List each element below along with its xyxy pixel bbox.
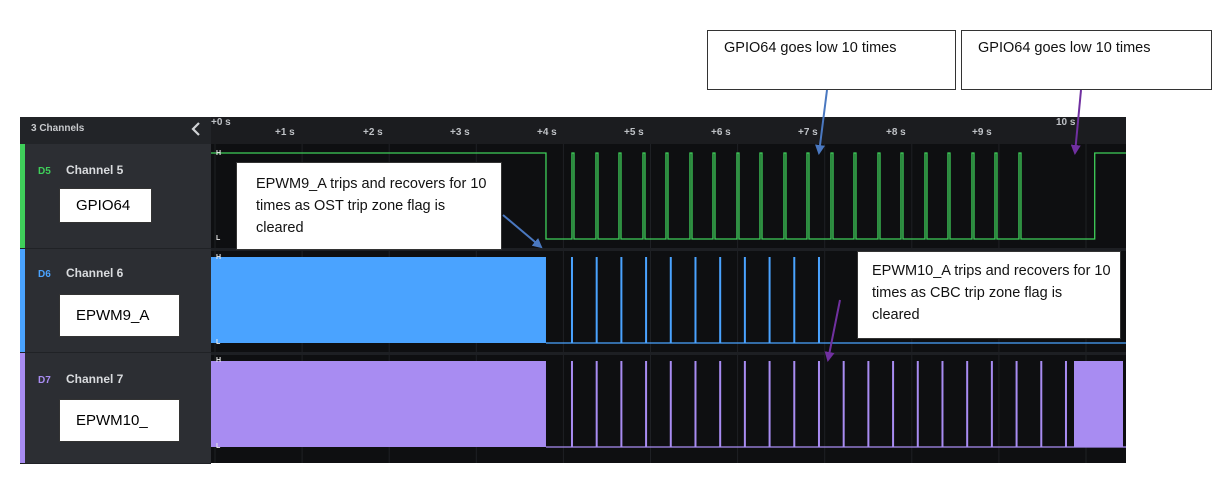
channel-label-box: GPIO64	[59, 188, 152, 223]
row-separator	[211, 352, 1126, 355]
level-high-label: H	[216, 254, 222, 261]
level-high-label: H	[216, 357, 222, 364]
channel-row-7[interactable]: D7 Channel 7 EPWM10_	[20, 353, 211, 464]
annotation-gpio64-low-1: GPIO64 goes low 10 times	[707, 30, 956, 90]
channel-row-5[interactable]: D5 Channel 5 GPIO64	[20, 144, 211, 249]
chevron-left-icon[interactable]	[189, 121, 203, 137]
level-low-label: L	[216, 443, 221, 450]
channel-row-6[interactable]: D6 Channel 6 EPWM9_A	[20, 249, 211, 353]
level-high-label: H	[216, 150, 222, 157]
channel-name: Channel 5	[66, 163, 124, 177]
annotation-epwm9a-trip: EPWM9_A trips and recovers for 10 times …	[236, 162, 502, 250]
annotation-epwm10a-trip: EPWM10_A trips and recovers for 10 times…	[857, 251, 1121, 339]
channel-color-stripe	[20, 249, 25, 352]
epwm9a-active-block	[211, 257, 546, 343]
channel-label-box: EPWM10_	[59, 399, 180, 442]
epwm10a-recovered-block	[1074, 361, 1123, 447]
level-low-label: L	[216, 235, 221, 242]
channel-name: Channel 6	[66, 266, 124, 280]
epwm10a-waveform	[211, 361, 1126, 448]
channel-id: D6	[38, 269, 51, 280]
epwm10a-active-block	[211, 361, 546, 447]
channel-name: Channel 7	[66, 372, 124, 386]
level-low-label: L	[216, 339, 221, 346]
channel-count-title: 3 Channels	[31, 123, 85, 134]
channel-label-box: EPWM9_A	[59, 294, 180, 337]
channel-color-stripe	[20, 144, 25, 248]
channel-color-stripe	[20, 353, 25, 463]
annotation-gpio64-low-2: GPIO64 goes low 10 times	[961, 30, 1212, 90]
channel-sidebar: 3 Channels D5 Channel 5 GPIO64 D6 Channe…	[20, 117, 211, 464]
sidebar-header: 3 Channels	[20, 117, 211, 145]
channel-id: D5	[38, 166, 51, 177]
channel-id: D7	[38, 375, 51, 386]
